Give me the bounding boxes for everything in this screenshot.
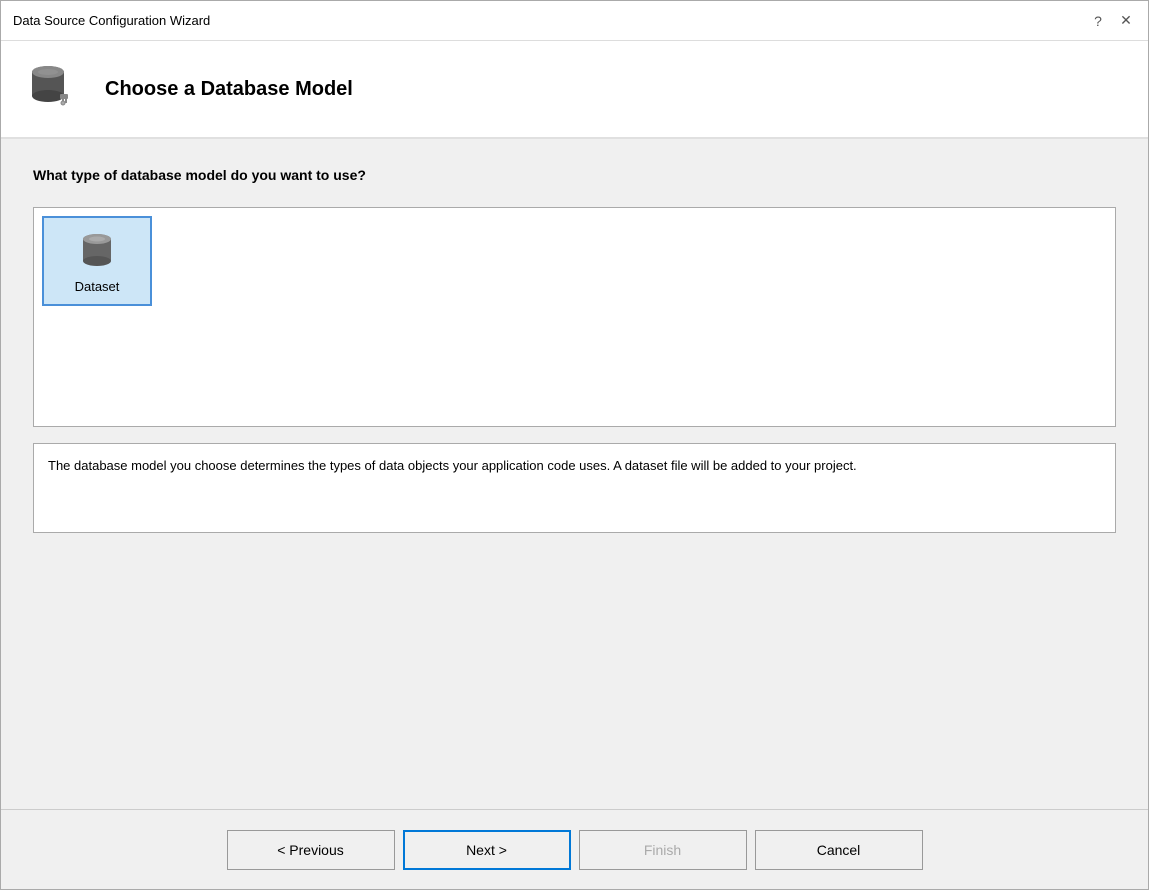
wizard-header-title: Choose a Database Model — [105, 78, 353, 101]
wizard-content: What type of database model do you want … — [1, 139, 1148, 809]
model-selection-box: Dataset — [33, 207, 1116, 427]
section-question: What type of database model do you want … — [33, 167, 1116, 183]
next-button[interactable]: Next > — [403, 830, 571, 870]
description-box: The database model you choose determines… — [33, 443, 1116, 533]
finish-button: Finish — [579, 830, 747, 870]
header-icon — [25, 59, 85, 119]
dialog-window: Data Source Configuration Wizard ? ✕ — [0, 0, 1149, 890]
model-item-dataset[interactable]: Dataset — [42, 216, 152, 306]
title-bar: Data Source Configuration Wizard ? ✕ — [1, 1, 1148, 41]
wizard-header: Choose a Database Model — [1, 41, 1148, 139]
model-item-label: Dataset — [75, 279, 120, 294]
dataset-icon — [75, 229, 119, 273]
database-plug-icon — [26, 60, 84, 118]
help-button[interactable]: ? — [1088, 11, 1108, 31]
cancel-button[interactable]: Cancel — [755, 830, 923, 870]
previous-button[interactable]: < Previous — [227, 830, 395, 870]
dialog-title: Data Source Configuration Wizard — [13, 13, 1088, 28]
title-bar-controls: ? ✕ — [1088, 11, 1136, 31]
close-button[interactable]: ✕ — [1116, 11, 1136, 31]
wizard-footer: < Previous Next > Finish Cancel — [1, 809, 1148, 889]
